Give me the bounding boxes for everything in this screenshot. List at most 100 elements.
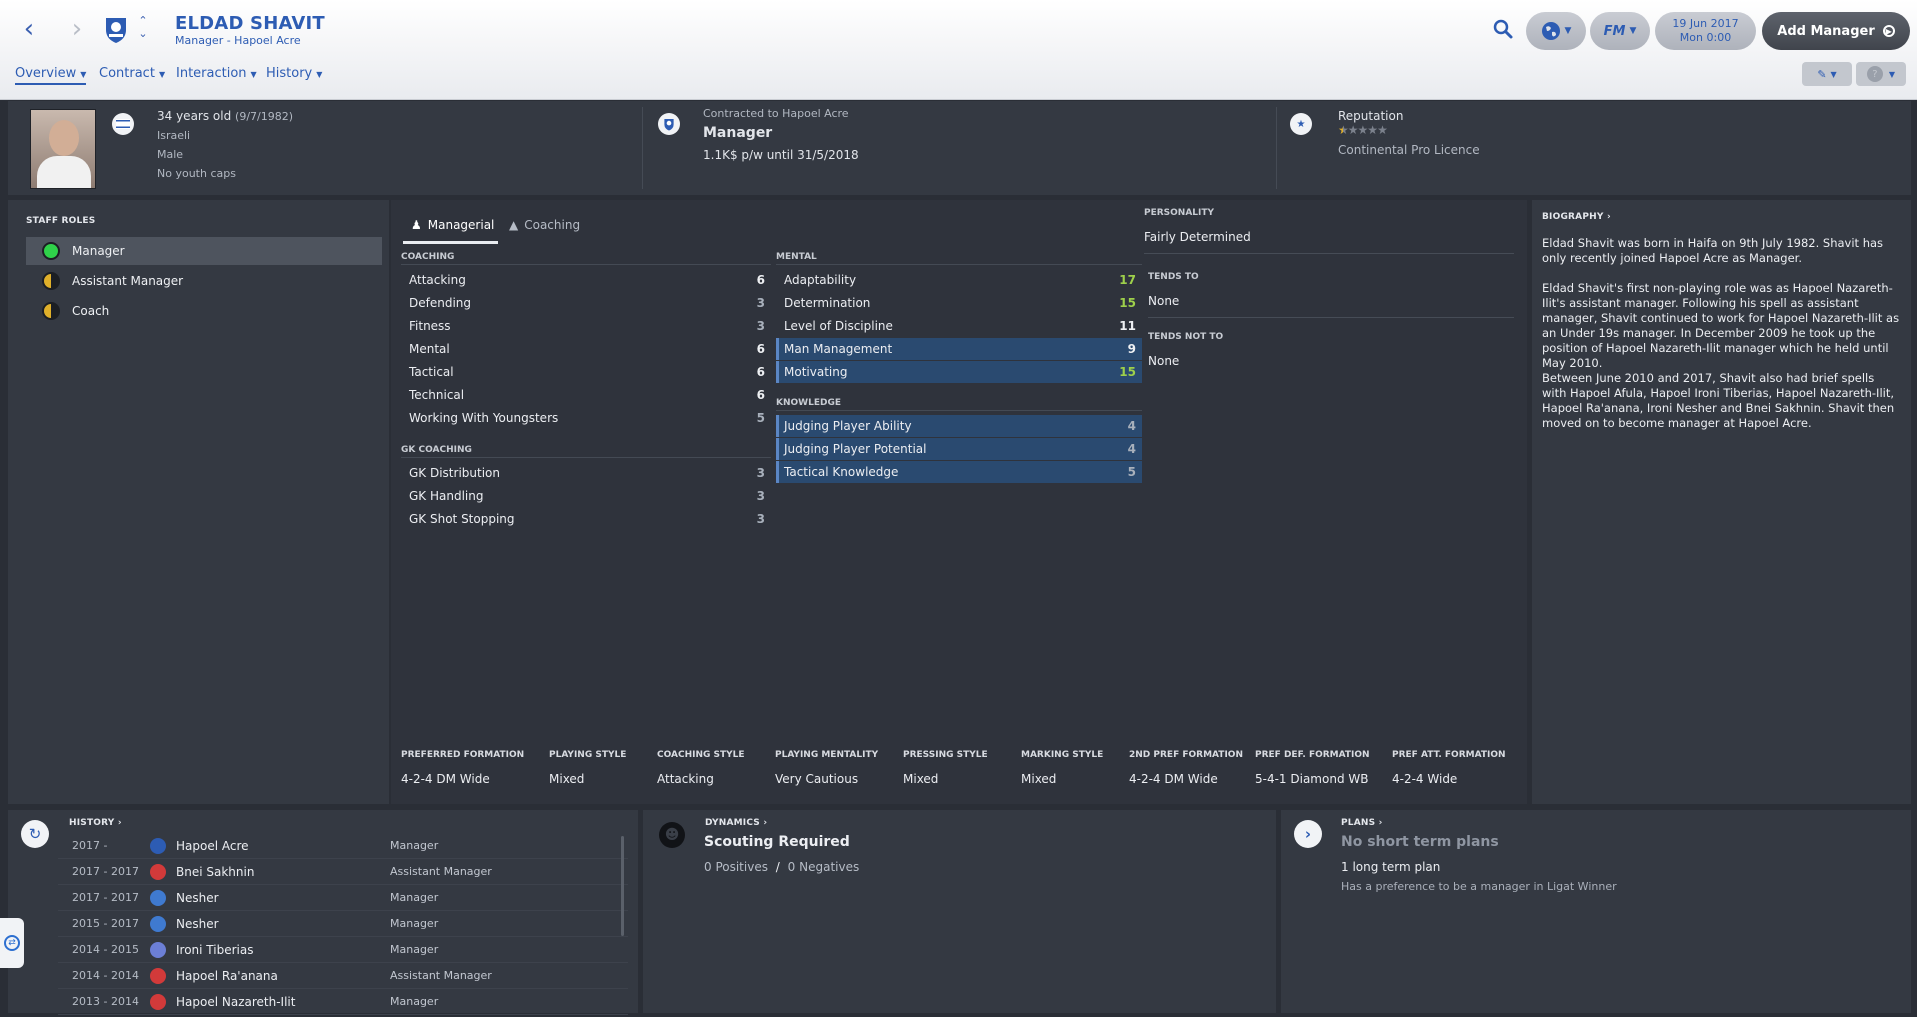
chevron-right-icon[interactable]: › [1294, 820, 1322, 848]
attribute-row[interactable]: Motivating 15 [776, 361, 1142, 383]
reputation-star-icon: ★ [1338, 123, 1349, 137]
cycle-person-arrows-icon[interactable]: ⌃ ⌄ [135, 14, 151, 44]
staff-role-manager[interactable]: Manager [26, 237, 382, 265]
attribute-value: 6 [756, 342, 765, 356]
licence-text: Continental Pro Licence [1338, 143, 1480, 157]
tactic-style-label: MARKING STYLE [1021, 750, 1104, 760]
side-panel-toggle[interactable]: ⇄ [0, 918, 24, 968]
forward-arrow-icon[interactable]: › [64, 14, 90, 44]
history-row[interactable]: 2017 - Hapoel Acre Manager [58, 833, 628, 859]
club-crest-icon[interactable] [658, 113, 680, 135]
history-club[interactable]: Nesher [176, 891, 390, 905]
attribute-row[interactable]: Adaptability 17 [776, 269, 1142, 291]
attribute-row[interactable]: Fitness 3 [401, 315, 771, 337]
club-crest-icon[interactable] [150, 837, 166, 854]
staff-role-coach[interactable]: Coach [26, 297, 382, 325]
tactic-style-label: PLAYING STYLE [549, 750, 627, 760]
club-crest-icon[interactable] [150, 915, 166, 932]
attribute-row[interactable]: Man Management 9 [776, 338, 1142, 360]
attribute-row[interactable]: GK Distribution 3 [401, 462, 771, 484]
tactic-style-value: 5-4-1 Diamond WB [1255, 772, 1369, 786]
attribute-row[interactable]: GK Handling 3 [401, 485, 771, 507]
world-menu-button[interactable]: ▼ [1526, 12, 1586, 50]
biography-link[interactable]: BIOGRAPHY › [1542, 212, 1611, 222]
history-refresh-icon[interactable]: ↻ [21, 820, 49, 848]
attribute-row[interactable]: Working With Youngsters 5 [401, 407, 771, 429]
history-years: 2015 - 2017 [72, 917, 139, 930]
tab-overview[interactable]: Overview ▼ [15, 66, 87, 85]
history-club[interactable]: Ironi Tiberias [176, 943, 390, 957]
attribute-row[interactable]: Determination 15 [776, 292, 1142, 314]
history-club[interactable]: Hapoel Nazareth-Ilit [176, 995, 390, 1009]
tab-managerial[interactable]: ♟ Managerial [411, 218, 494, 232]
search-icon[interactable] [1492, 18, 1514, 40]
history-club[interactable]: Bnei Sakhnin [176, 865, 390, 879]
attribute-row[interactable]: Technical 6 [401, 384, 771, 406]
coaching-group-title: COACHING [401, 252, 771, 265]
cone-icon: ▲ [509, 218, 519, 232]
club-crest-icon[interactable] [150, 967, 166, 984]
tab-history[interactable]: History ▼ [266, 66, 322, 81]
history-row[interactable]: 2014 - 2014 Hapoel Ra'anana Assistant Mana… [58, 963, 628, 989]
tactic-style-label: PRESSING STYLE [903, 750, 988, 760]
history-role: Manager [390, 917, 439, 930]
club-crest-icon[interactable] [150, 889, 166, 906]
attribute-row[interactable]: Tactical Knowledge 5 [776, 461, 1142, 483]
contract-club-text[interactable]: Contracted to Hapoel Acre [703, 107, 849, 120]
israel-flag-icon[interactable] [112, 113, 134, 135]
attribute-row[interactable]: Level of Discipline 11 [776, 315, 1142, 337]
scrollbar[interactable] [621, 836, 624, 936]
game-date-button[interactable]: 19 Jun 2017 Mon 0:00 [1655, 12, 1756, 50]
plans-link[interactable]: PLANS › [1341, 818, 1383, 828]
history-row[interactable]: 2014 - 2015 Ironi Tiberias Manager [58, 937, 628, 963]
attribute-name: GK Handling [409, 489, 484, 503]
back-arrow-icon[interactable]: ‹ [16, 14, 42, 44]
tactic-style-value: Mixed [549, 772, 585, 786]
attribute-row[interactable]: Tactical 6 [401, 361, 771, 383]
history-row[interactable]: 2017 - 2017 Nesher Manager [58, 885, 628, 911]
edit-view-button[interactable]: ✎ ▼ [1802, 62, 1852, 86]
attribute-name: Motivating [784, 365, 848, 379]
attribute-row[interactable]: Judging Player Potential 4 [776, 438, 1142, 460]
club-crest-icon[interactable] [150, 941, 166, 958]
fm-menu-button[interactable]: FM ▼ [1590, 12, 1650, 50]
chevron-down-icon: ▼ [1830, 69, 1837, 79]
history-club[interactable]: Nesher [176, 917, 390, 931]
page-subtitle[interactable]: Manager - Hapoel Acre [175, 34, 301, 47]
history-club[interactable]: Hapoel Acre [176, 839, 390, 853]
attribute-row[interactable]: Judging Player Ability 4 [776, 415, 1142, 437]
history-row[interactable]: 2015 - 2017 Nesher Manager [58, 911, 628, 937]
attribute-value: 4 [1127, 419, 1136, 433]
history-years: 2014 - 2014 [72, 969, 139, 982]
age-text: 34 years old (9/7/1982) [157, 109, 294, 123]
help-button[interactable]: ? ▼ [1856, 62, 1906, 86]
attributes-panel: ♟ Managerial ▲ Coaching COACHING Attacki… [391, 200, 1527, 804]
tends-not-to-title: TENDS NOT TO [1148, 332, 1224, 342]
history-row[interactable]: 2017 - 2017 Bnei Sakhnin Assistant Manager [58, 859, 628, 885]
add-manager-button[interactable]: Add Manager ▶ [1762, 12, 1910, 50]
attribute-value: 15 [1119, 296, 1136, 310]
history-club[interactable]: Hapoel Ra'anana [176, 969, 390, 983]
tab-contract[interactable]: Contract ▼ [99, 66, 165, 81]
club-crest-icon[interactable] [150, 863, 166, 880]
history-years: 2017 - [72, 839, 108, 852]
attribute-row[interactable]: Attacking 6 [401, 269, 771, 291]
attribute-row[interactable]: Mental 6 [401, 338, 771, 360]
gk-coaching-group-title: GK COACHING [401, 445, 771, 458]
club-crest-icon[interactable] [150, 993, 166, 1010]
dynamics-link[interactable]: DYNAMICS › [705, 818, 767, 828]
staff-role-assistant-manager[interactable]: Assistant Manager [26, 267, 382, 295]
attribute-row[interactable]: GK Shot Stopping 3 [401, 508, 771, 530]
tactic-style-value: 4-2-4 Wide [1392, 772, 1458, 786]
top-header: ‹ › ⌃ ⌄ ELDAD SHAVIT Manager - Hapoel Acr… [0, 0, 1917, 100]
tab-coaching[interactable]: ▲ Coaching [509, 218, 580, 232]
reputation-label: Reputation [1338, 109, 1404, 123]
attribute-row[interactable]: Defending 3 [401, 292, 771, 314]
help-icon: ? [1866, 66, 1883, 82]
history-row[interactable]: 2013 - 2014 Hapoel Nazareth-Ilit Manager [58, 989, 628, 1015]
club-crest-icon[interactable] [103, 16, 129, 44]
long-term-plans[interactable]: 1 long term plan [1341, 860, 1440, 874]
history-years: 2017 - 2017 [72, 865, 139, 878]
history-link[interactable]: HISTORY › [69, 818, 122, 828]
tab-interaction[interactable]: Interaction ▼ [176, 66, 257, 81]
